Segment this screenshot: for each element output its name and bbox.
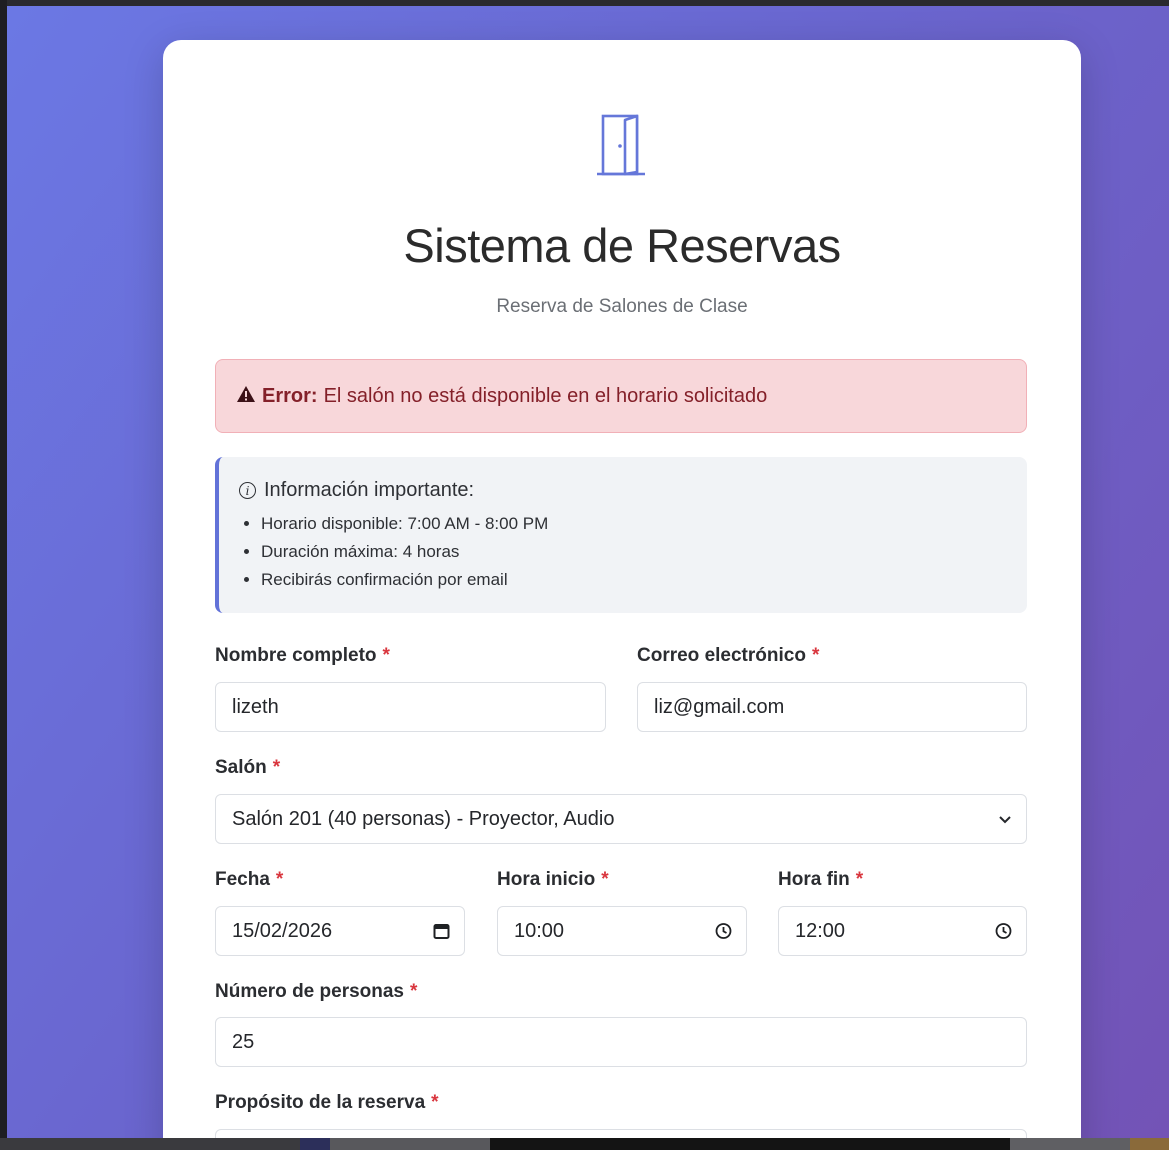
nombre-label: Nombre completo * [215,645,390,666]
door-icon [597,114,645,176]
info-item: Horario disponible: 7:00 AM - 8:00 PM [261,512,1027,540]
info-box: i Información importante: Horario dispon… [215,457,1027,613]
hora-fin-label: Hora fin * [778,869,864,890]
correo-input[interactable]: liz@gmail.com [637,682,1027,732]
fecha-label: Fecha * [215,869,284,890]
info-list: Horario disponible: 7:00 AM - 8:00 PM Du… [239,512,1027,596]
warning-icon [236,385,256,408]
page-title: Sistema de Reservas [403,219,841,272]
taskbar-item[interactable] [1010,1138,1130,1150]
taskbar-item[interactable] [300,1138,330,1150]
info-item: Duración máxima: 4 horas [261,540,1027,568]
fecha-input[interactable]: 15/02/2026 [215,906,465,956]
error-message: El salón no está disponible en el horari… [323,384,768,407]
calendar-icon[interactable] [433,923,450,940]
info-item: Recibirás confirmación por email [261,568,1027,596]
window-left-edge [0,0,7,1150]
hora-inicio-input[interactable]: 10:00 [497,906,747,956]
hora-inicio-label: Hora inicio * [497,869,609,890]
page-viewport: Sistema de Reservas Reserva de Salones d… [7,6,1169,1138]
reservation-card: Sistema de Reservas Reserva de Salones d… [163,40,1081,1138]
info-icon: i [239,482,256,499]
proposito-textarea[interactable] [215,1129,1027,1138]
personas-label: Número de personas * [215,981,418,1002]
proposito-label: Propósito de la reserva * [215,1092,439,1113]
personas-input[interactable]: 25 [215,1017,1027,1067]
taskbar-item[interactable] [330,1138,490,1150]
salon-label: Salón * [215,757,281,778]
info-title: i Información importante: [239,479,1027,502]
clock-icon[interactable] [715,923,732,940]
nombre-input[interactable]: lizeth [215,682,606,732]
error-alert: Error: El salón no está disponible en el… [215,359,1027,433]
correo-label: Correo electrónico * [637,645,820,666]
info-title-text: Información importante: [264,479,475,501]
error-label: Error: [262,384,318,407]
hora-fin-input[interactable]: 12:00 [778,906,1027,956]
salon-select[interactable]: Salón 201 (40 personas) - Proyector, Aud… [215,794,1027,844]
clock-icon[interactable] [995,923,1012,940]
taskbar-item[interactable] [490,1138,1010,1150]
taskbar [0,1138,1169,1150]
page-subtitle: Reserva de Salones de Clase [496,296,748,317]
taskbar-item[interactable] [1130,1138,1169,1150]
chevron-down-icon [998,814,1012,824]
